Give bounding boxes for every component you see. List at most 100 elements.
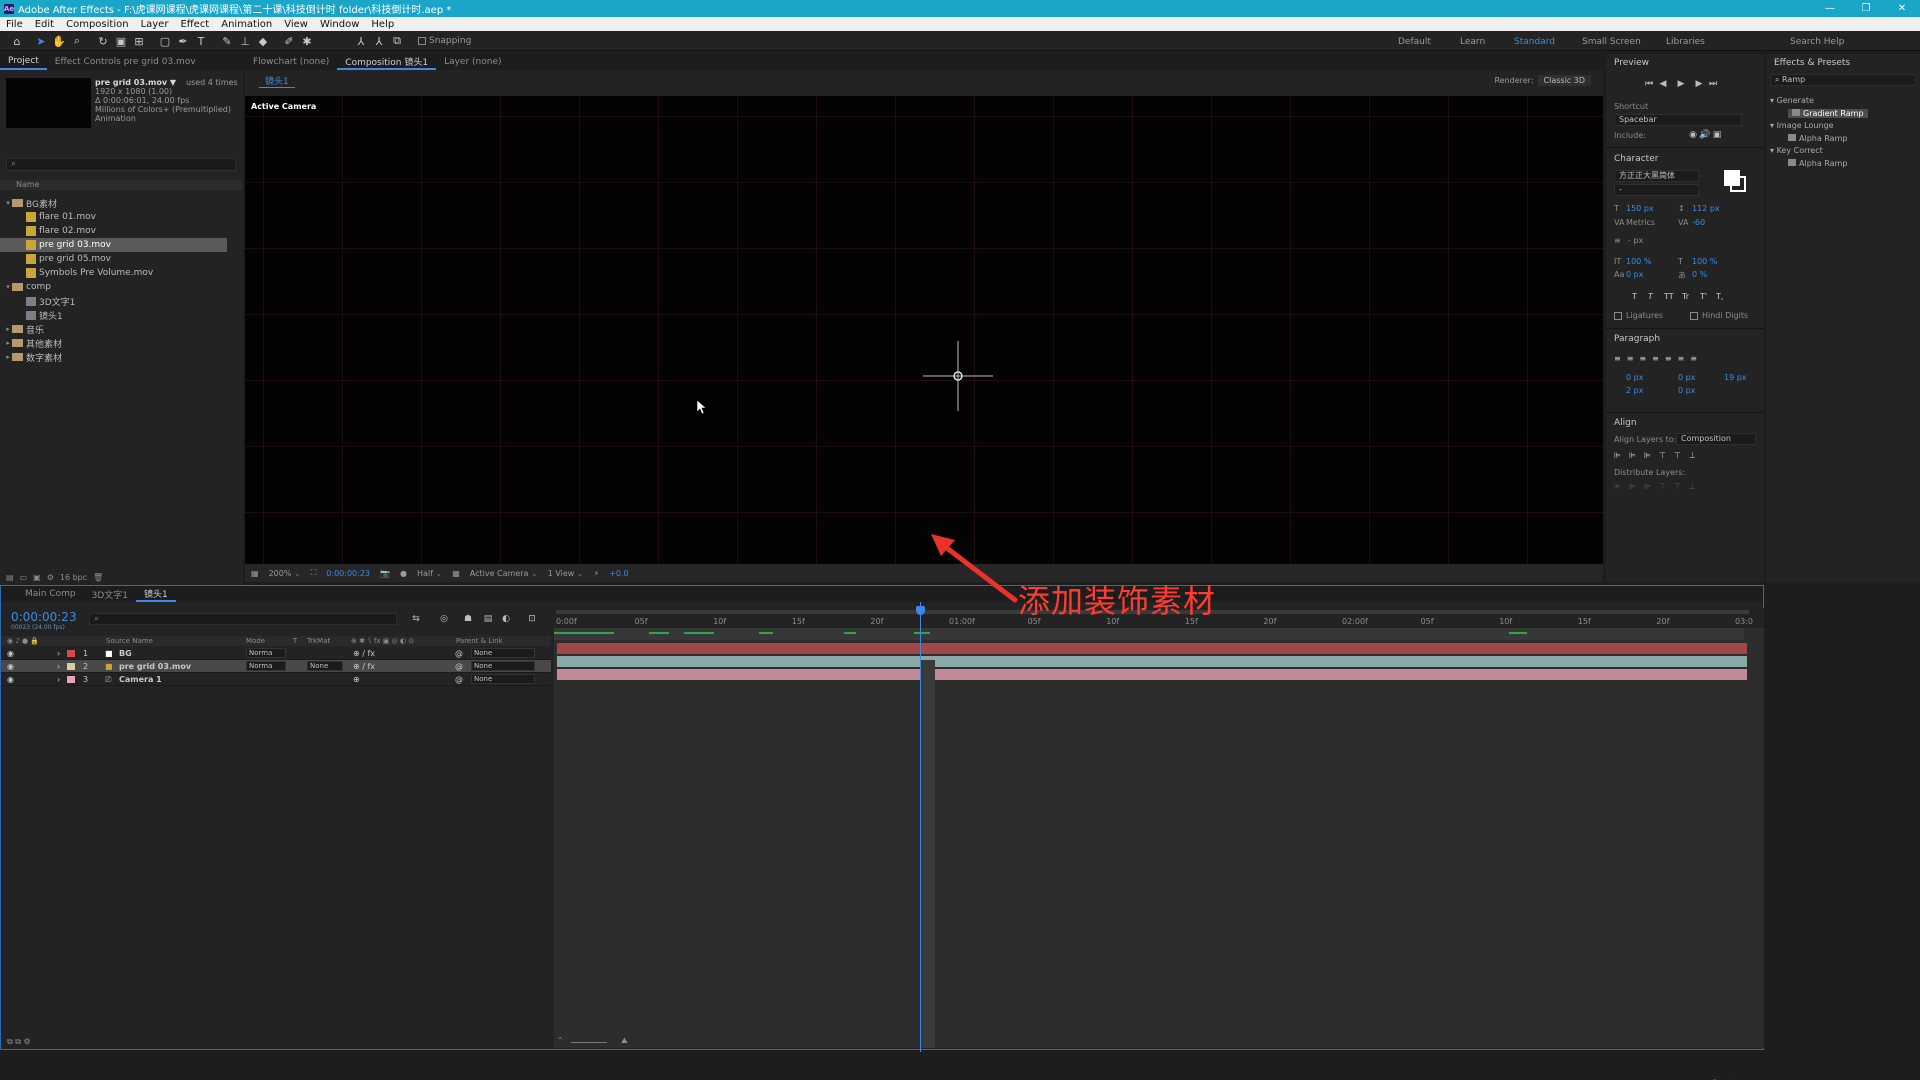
tab-effect-controls[interactable]: Effect Controls pre grid 03.mov [47,54,204,70]
indent-left-value[interactable]: 0 px [1626,373,1643,382]
col-trkmat[interactable]: TrkMat [307,637,330,645]
pick-whip-icon[interactable]: @ [455,662,463,671]
next-frame-icon[interactable]: ▶ [1694,79,1704,89]
chevron-right-icon[interactable]: ▸ [4,339,12,347]
layer-duration-bar[interactable] [557,669,1747,680]
menu-window[interactable]: Window [314,19,365,30]
puppet-tool-icon[interactable]: ✱ [300,34,314,48]
label-color-swatch[interactable] [67,676,75,683]
include-overlays-icon[interactable]: ▣ [1712,130,1722,140]
hindi-digits-checkbox[interactable] [1690,312,1698,320]
chevron-down-icon[interactable]: ▾ [4,283,12,291]
comp-breadcrumb[interactable]: 镜头1 [259,74,295,88]
layer-switches[interactable]: ⊕ ∕ fx [353,662,375,671]
effect-item[interactable]: Alpha Ramp [1788,158,1847,168]
pen-tool-icon[interactable]: ✒ [176,34,190,48]
pick-whip-icon[interactable]: @ [455,649,463,658]
axis-view-icon[interactable]: ⧉ [390,34,404,48]
camera-dropdown[interactable]: Active Camera [470,569,538,578]
timeline-tracks[interactable]: 0:00f 05f 10f 15f 20f 01:00f 05f 10f 15f 20f 02:00… [554,602,1764,1054]
tab-flowchart[interactable]: Flowchart (none) [245,54,337,70]
last-frame-icon[interactable]: ⏭ [1708,79,1718,89]
clone-stamp-tool-icon[interactable]: ⊥ [238,34,252,48]
region-icon[interactable]: ⛶ [311,568,317,578]
tab-main-comp[interactable]: Main Comp [17,586,84,602]
zoom-out-icon[interactable]: ⌃ [557,1036,564,1045]
track-matte-dropdown[interactable]: None [307,661,343,671]
layer-row[interactable]: ◉ › 2 ■ pre grid 03.mov Norma None ⊕ ∕ fx @ None [1,660,551,673]
project-item[interactable]: ▾ BG素材 [0,196,243,210]
project-item[interactable]: ▸ 音乐 [0,322,243,336]
play-icon[interactable]: ▶ [1676,79,1686,89]
workspace-default[interactable]: Default [1398,37,1431,47]
menu-layer[interactable]: Layer [135,19,175,30]
menu-composition[interactable]: Composition [60,19,134,30]
layer-switches[interactable]: ⊕ [353,675,360,684]
col-source-name[interactable]: Source Name [106,637,153,645]
space-after-value[interactable]: 0 px [1678,386,1695,395]
effect-item[interactable]: Alpha Ramp [1788,133,1847,143]
project-item[interactable]: flare 02.mov [0,224,243,238]
zoom-in-icon[interactable]: ⛰ [621,1036,628,1046]
ligatures-checkbox[interactable] [1614,312,1622,320]
workspace-small-screen[interactable]: Small Screen [1582,37,1641,47]
project-item[interactable]: 3D文字1 [0,294,243,308]
draft-3d-icon[interactable]: ◎ [439,614,449,624]
tab-3d-text[interactable]: 3D文字1 [84,586,136,602]
col-mode[interactable]: Mode [246,637,265,645]
effect-item[interactable]: Gradient Ramp [1788,108,1868,118]
zoom-slider[interactable] [571,1042,607,1043]
workspace-libraries[interactable]: Libraries [1666,37,1705,47]
menu-edit[interactable]: Edit [29,19,60,30]
superscript-button[interactable]: T' [1700,292,1707,301]
graph-editor-icon[interactable]: ⊡ [527,614,537,624]
hand-tool-icon[interactable]: ✋ [52,34,66,48]
camera-tool-icon[interactable]: ▣ [114,34,128,48]
resolution-dropdown[interactable]: Half [417,569,442,578]
menu-view[interactable]: View [278,19,314,30]
tab-shot1[interactable]: 镜头1 [136,586,176,602]
indent-first-value[interactable]: 19 px [1724,373,1747,382]
include-audio-icon[interactable]: 🔊 [1699,130,1710,140]
layer-row[interactable]: ◉ › 3 ⎚ Camera 1 ⊕ @ None [1,673,551,686]
menu-file[interactable]: File [0,19,29,30]
timeline-search-input[interactable]: ⌕ [89,613,397,625]
interpret-footage-icon[interactable]: ▤ [6,573,14,582]
parent-dropdown[interactable]: None [471,674,535,684]
menu-animation[interactable]: Animation [215,19,278,30]
project-item[interactable]: 镜头1 [0,308,243,322]
prev-frame-icon[interactable]: ◀ [1658,79,1668,89]
subscript-button[interactable]: T, [1716,292,1723,301]
snapping-toggle[interactable]: Snapping [418,36,471,46]
project-item[interactable]: pre grid 05.mov [0,252,243,266]
views-dropdown[interactable]: 1 View [548,569,584,578]
project-search-input[interactable]: ⌕ [6,158,236,171]
pan-behind-tool-icon[interactable]: ⊞ [132,34,146,48]
all-caps-button[interactable]: TT [1664,292,1674,301]
parent-dropdown[interactable]: None [471,661,535,671]
snapshot-icon[interactable]: ▦ [251,569,259,578]
first-frame-icon[interactable]: ⏮ [1644,79,1654,89]
playhead[interactable] [916,602,925,1054]
visibility-eye-icon[interactable]: ◉ [7,662,14,671]
type-tool-icon[interactable]: T [194,34,208,48]
project-item[interactable]: ▸ 数字素材 [0,350,243,364]
rotate-tool-icon[interactable]: ↻ [96,34,110,48]
composition-canvas[interactable]: Active Camera [245,96,1603,564]
color-channels-icon[interactable]: ● [400,569,407,578]
visibility-eye-icon[interactable]: ◉ [7,675,14,684]
timeline-timecode[interactable]: 0:00:00:23 [11,610,77,624]
space-before-value[interactable]: 2 px [1626,386,1643,395]
shortcut-dropdown[interactable]: Spacebar [1614,114,1742,126]
new-folder-icon[interactable]: ▭ [20,573,28,582]
eraser-tool-icon[interactable]: ◆ [256,34,270,48]
brush-tool-icon[interactable]: ✎ [220,34,234,48]
layer-switches[interactable]: ⊕ ∕ fx [353,649,375,658]
tsume-value[interactable]: 0 % [1692,270,1707,279]
paragraph-align-buttons[interactable]: ≡≡≡≡≡≡≡ [1614,354,1703,363]
label-color-swatch[interactable] [67,650,75,657]
search-help[interactable]: Search Help [1790,37,1844,47]
visibility-eye-icon[interactable]: ◉ [7,649,14,658]
bit-depth-button[interactable]: 16 bpc [60,573,87,582]
settings-icon[interactable]: ⚙ [47,573,54,582]
